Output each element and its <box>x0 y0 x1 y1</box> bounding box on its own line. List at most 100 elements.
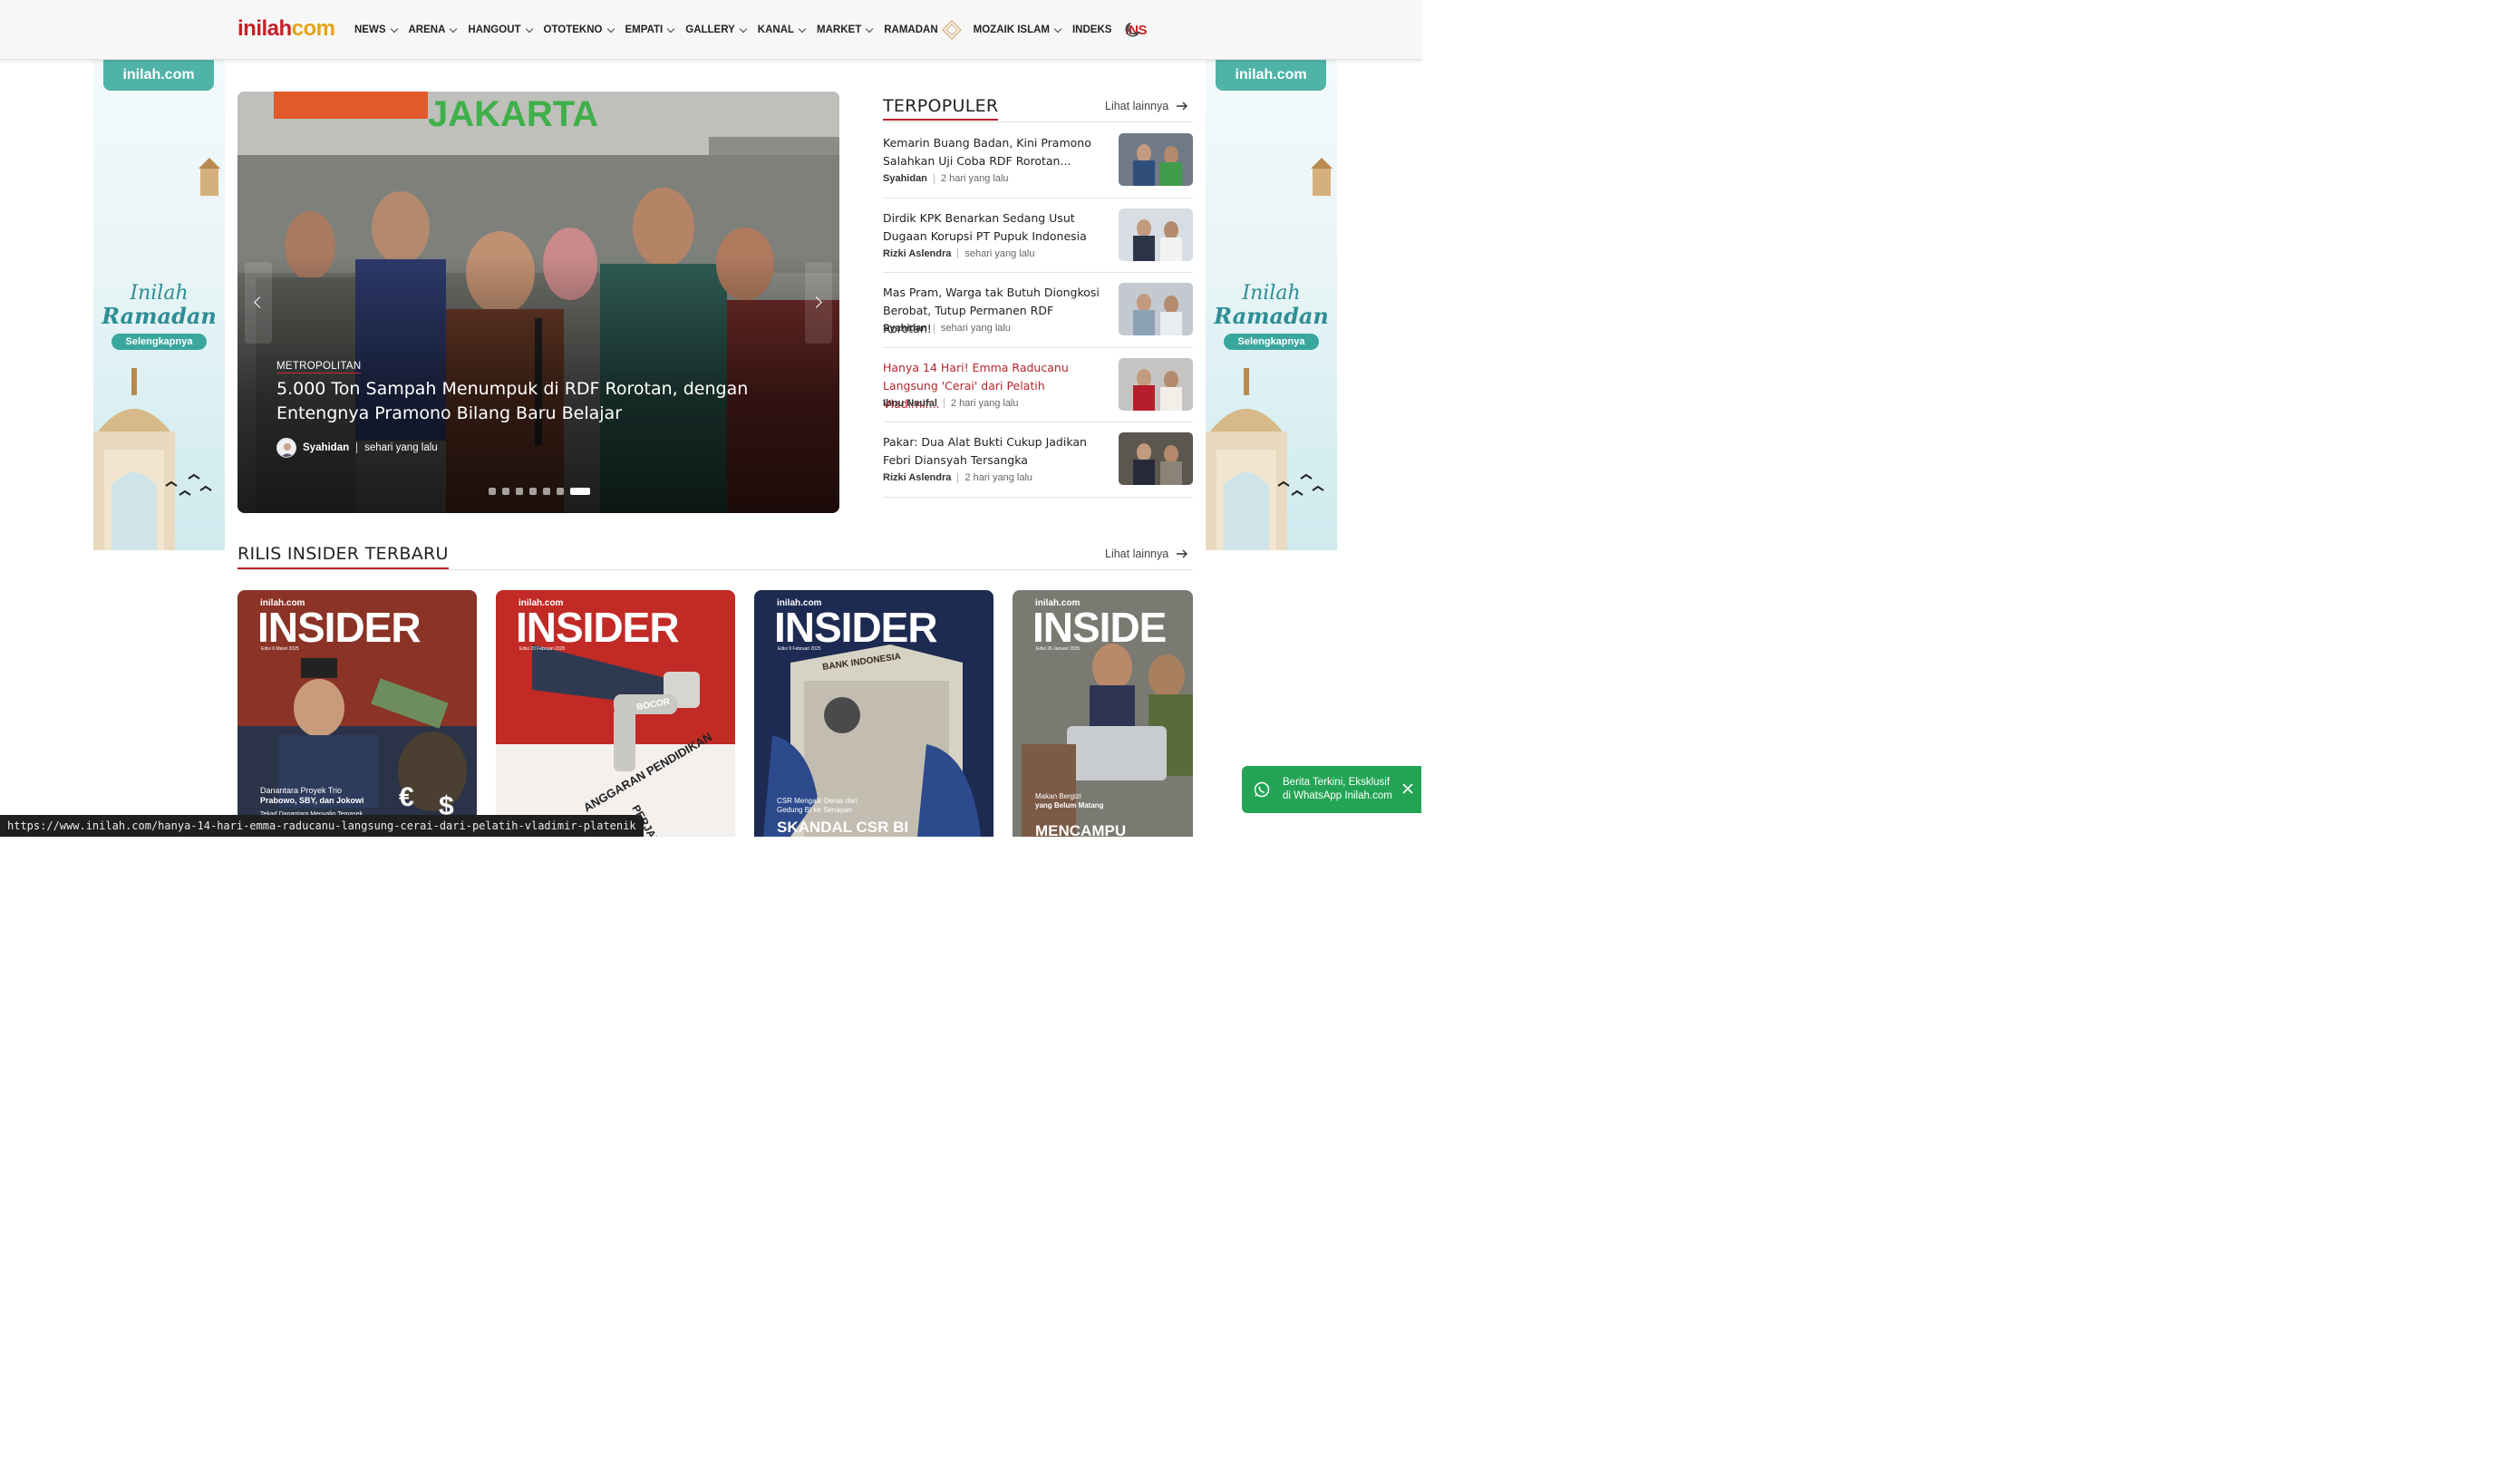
slider-dot[interactable] <box>543 488 550 495</box>
hero-prev-button[interactable] <box>245 262 272 344</box>
chevron-down-icon <box>525 24 533 33</box>
cover-brand: INSIDER <box>516 604 680 651</box>
nav-item-arena[interactable]: ARENA <box>408 24 458 35</box>
chevron-down-icon <box>1053 24 1062 33</box>
banner-button[interactable]: Selengkapnya <box>111 334 207 350</box>
popular-item-time: 2 hari yang lalu <box>964 472 1033 484</box>
nav-label: ARENA <box>408 24 446 35</box>
nav-item-indeks[interactable]: INDEKS <box>1072 24 1111 35</box>
meta-divider <box>943 398 945 409</box>
nav-item-ototekno[interactable]: OTOTEKNO <box>543 24 615 35</box>
insider-cover[interactable]: ANGGARAN PENDIDIKAN PERJALANAN DINAS ini… <box>496 590 735 837</box>
meta-divider <box>356 442 358 453</box>
nav-label: RAMADAN <box>884 24 938 35</box>
popular-item-thumbnail[interactable] <box>1119 432 1193 486</box>
hero-next-button[interactable] <box>805 262 832 344</box>
popular-title: TERPOPULER <box>883 96 999 121</box>
popular-item-title[interactable]: Pakar: Dua Alat Bukti Cukup Jadikan Febr… <box>883 433 1105 470</box>
nav-label: HANGOUT <box>468 24 521 35</box>
nav-item-empati[interactable]: EMPATI <box>625 24 675 35</box>
popular-item-title[interactable]: Dirdik KPK Benarkan Sedang Usut Dugaan K… <box>883 209 1105 246</box>
side-banner-left[interactable]: inilah.com Inilah Ramadan Selengkapnya <box>93 60 225 550</box>
cover-edition: Edisi 6 Maret 2025 <box>261 646 299 652</box>
insider-title: RILIS INSIDER TERBARU <box>237 544 449 569</box>
slider-dot[interactable] <box>529 488 537 495</box>
slider-dot[interactable] <box>557 488 564 495</box>
popular-item-author[interactable]: Rizki Aslendra <box>883 248 951 259</box>
hero-sign-text: JAKARTA <box>428 94 598 134</box>
popular-item[interactable]: Pakar: Dua Alat Bukti Cukup Jadikan Febr… <box>883 422 1193 498</box>
meta-divider <box>933 323 935 334</box>
meta-divider <box>933 173 935 184</box>
moon-icon[interactable] <box>1122 20 1142 40</box>
popular-item-title[interactable]: Kemarin Buang Badan, Kini Pramono Salahk… <box>883 134 1105 170</box>
hero-time: sehari yang lalu <box>364 442 438 453</box>
main-nav: NEWS ARENA HANGOUT OTOTEKNO EMPATI GALLERY KAN… <box>354 0 1147 60</box>
popular-item-thumbnail[interactable] <box>1119 283 1193 336</box>
hero-author[interactable]: Syahidan <box>303 442 349 453</box>
insider-see-more[interactable]: Lihat lainnya <box>1105 548 1188 560</box>
popular-item-time: sehari yang lalu <box>964 247 1035 259</box>
slider-dot[interactable] <box>516 488 523 495</box>
popular-item-thumbnail[interactable] <box>1119 133 1193 186</box>
banner-logo: inilah.com <box>1216 60 1326 91</box>
hero-title[interactable]: 5.000 Ton Sampah Menumpuk di RDF Rorotan… <box>276 377 784 426</box>
banner-logo: inilah.com <box>103 60 214 91</box>
nav-item-market[interactable]: MARKET <box>817 24 874 35</box>
slider-dot[interactable] <box>570 488 590 495</box>
slider-dot[interactable] <box>489 488 496 495</box>
popular-item[interactable]: Dirdik KPK Benarkan Sedang Usut Dugaan K… <box>883 199 1193 274</box>
cover-caption-2: Gedung BI ke Senayan <box>777 806 852 814</box>
cover-caption-1: Danantara Proyek Trio <box>260 786 343 795</box>
nav-item-mozaik-islam[interactable]: MOZAIK ISLAM <box>973 24 1062 35</box>
nav-item-kanal[interactable]: KANAL <box>758 24 807 35</box>
nav-item-gallery[interactable]: GALLERY <box>685 24 748 35</box>
hero-slider[interactable]: JAKARTA METROPOLITAN 5.000 Ton Sampah Me… <box>237 92 839 513</box>
chevron-right-icon <box>810 296 822 308</box>
chevron-down-icon <box>667 24 675 33</box>
popular-item-author[interactable]: Syahidan <box>883 173 927 184</box>
popular-item-meta: Rizki Aslendra sehari yang lalu <box>883 248 1034 259</box>
side-banner-right[interactable]: inilah.com Inilah Ramadan Selengkapnya <box>1206 60 1337 550</box>
popular-item-thumbnail[interactable] <box>1119 208 1193 261</box>
banner-button[interactable]: Selengkapnya <box>1224 334 1319 350</box>
cover-brand: INSIDE <box>1032 604 1167 651</box>
nav-item-ramadan[interactable]: RAMADAN <box>884 20 962 40</box>
arrow-right-icon <box>1177 549 1188 558</box>
popular-item-time: sehari yang lalu <box>940 323 1011 334</box>
nav-label: MOZAIK ISLAM <box>973 24 1050 35</box>
popular-item-meta: Syahidan sehari yang lalu <box>883 323 1011 334</box>
hero-category[interactable]: METROPOLITAN <box>276 361 362 373</box>
cover-caption-2: yang Belum Matang <box>1035 801 1104 809</box>
popular-item-author[interactable]: Rizki Aslendra <box>883 472 951 483</box>
popular-item[interactable]: Mas Pram, Warga tak Butuh Diongkosi Bero… <box>883 273 1193 348</box>
popular-item[interactable]: Kemarin Buang Badan, Kini Pramono Salahk… <box>883 123 1193 199</box>
site-logo[interactable]: inilahcom <box>237 16 335 42</box>
popular-see-more[interactable]: Lihat lainnya <box>1105 100 1188 112</box>
popular-item-author[interactable]: Syahidan <box>883 323 927 334</box>
insider-cover[interactable]: inilah.com INSIDE Edisi 26 Januari 2025 … <box>1013 590 1193 837</box>
ramadan-ornament-icon <box>941 20 962 40</box>
popular-item-author[interactable]: Ibnu Naufal <box>883 398 937 409</box>
close-icon[interactable] <box>1401 782 1414 795</box>
see-more-label: Lihat lainnya <box>1105 100 1169 112</box>
slider-dot[interactable] <box>502 488 509 495</box>
nav-label: INDEKS <box>1071 24 1112 35</box>
whatsapp-banner[interactable]: Berita Terkini, Eksklusif di WhatsApp In… <box>1242 766 1421 813</box>
popular-item-thumbnail[interactable] <box>1119 357 1193 411</box>
insider-cover[interactable]: inilah.com INSIDER Edisi 9 Februari 2025… <box>754 590 993 837</box>
banner-title-line1: Inilah <box>130 282 189 305</box>
insider-cover[interactable]: € $ inilah.com INSIDER Edisi 6 Maret 202… <box>237 590 477 837</box>
browser-status-url: https://www.inilah.com/hanya-14-hari-emm… <box>0 815 644 837</box>
nav-label: OTOTEKNO <box>543 24 603 35</box>
cover-caption-2: Prabowo, SBY, dan Jokowi <box>260 796 364 805</box>
hero-meta: Syahidan sehari yang lalu <box>276 438 438 458</box>
popular-item[interactable]: Hanya 14 Hari! Emma Raducanu Langsung 'C… <box>883 348 1193 423</box>
nav-item-news[interactable]: NEWS <box>354 24 398 35</box>
popular-item-meta: Syahidan 2 hari yang lalu <box>883 173 1009 184</box>
meta-divider <box>957 248 959 259</box>
whatsapp-text: Berita Terkini, Eksklusif di WhatsApp In… <box>1283 776 1401 803</box>
author-avatar <box>276 438 296 458</box>
logo-text-main: inilah <box>237 16 292 41</box>
nav-item-hangout[interactable]: HANGOUT <box>468 24 533 35</box>
